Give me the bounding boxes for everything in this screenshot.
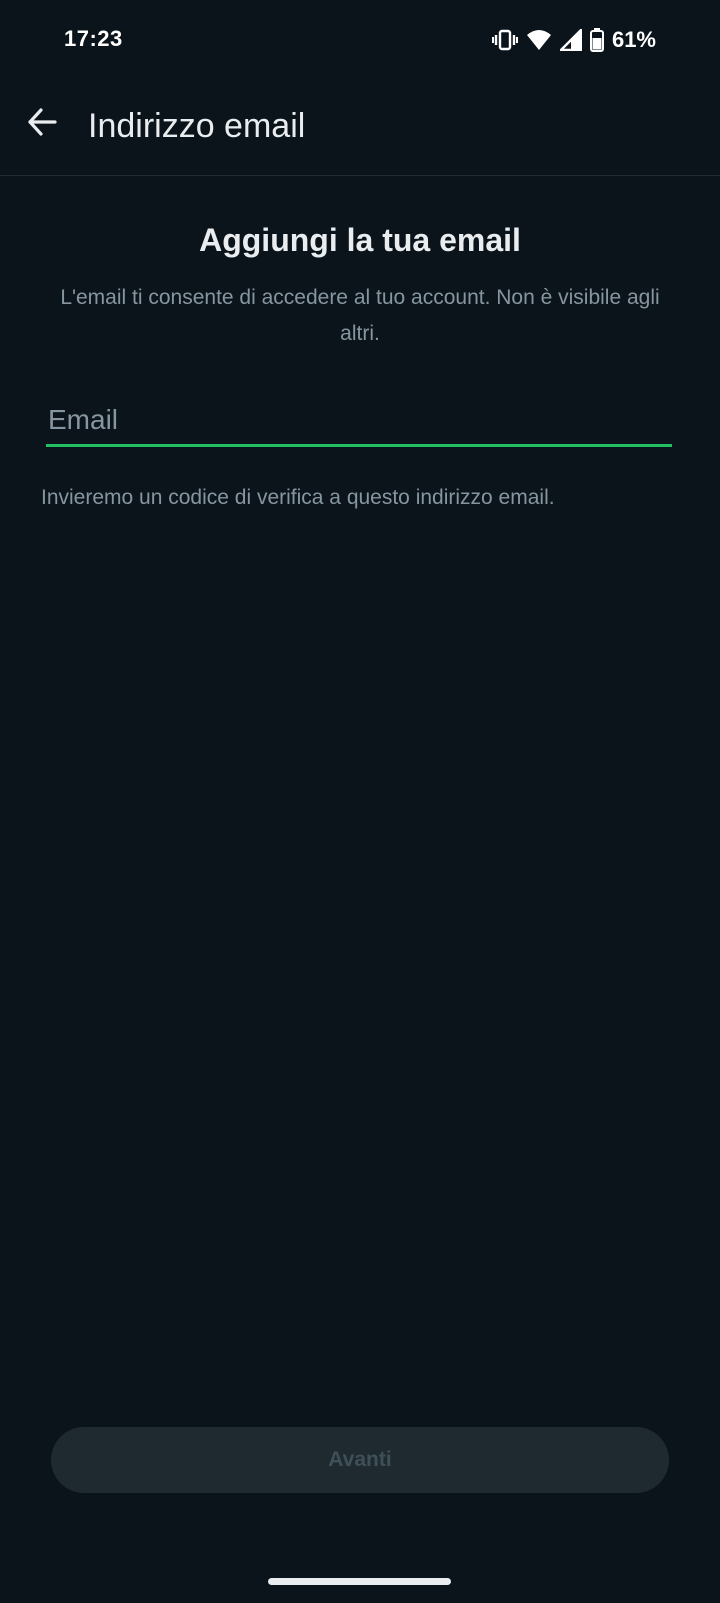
page-title: Indirizzo email <box>88 107 306 145</box>
helper-text: Invieremo un codice di verifica a questo… <box>41 486 555 509</box>
back-button[interactable] <box>22 104 62 144</box>
next-button[interactable]: Avanti <box>51 1427 669 1493</box>
status-icons: 61% <box>491 26 656 54</box>
signal-icon <box>559 29 582 51</box>
email-field-container <box>46 400 672 447</box>
app-bar: Indirizzo email <box>0 80 720 176</box>
status-time: 17:23 <box>64 26 123 51</box>
wifi-icon <box>526 29 552 51</box>
status-bar: 17:23 61% <box>0 0 720 80</box>
arrow-back-icon <box>27 107 57 141</box>
battery-icon <box>589 28 604 52</box>
heading: Aggiungi la tua email <box>199 222 521 258</box>
vibrate-icon <box>491 29 518 51</box>
battery-percent: 61% <box>611 27 656 52</box>
next-button-label: Avanti <box>328 1448 392 1471</box>
email-field[interactable] <box>48 400 648 440</box>
home-indicator[interactable] <box>268 1578 451 1585</box>
subtitle: L'email ti consente di accedere al tuo a… <box>60 286 660 345</box>
